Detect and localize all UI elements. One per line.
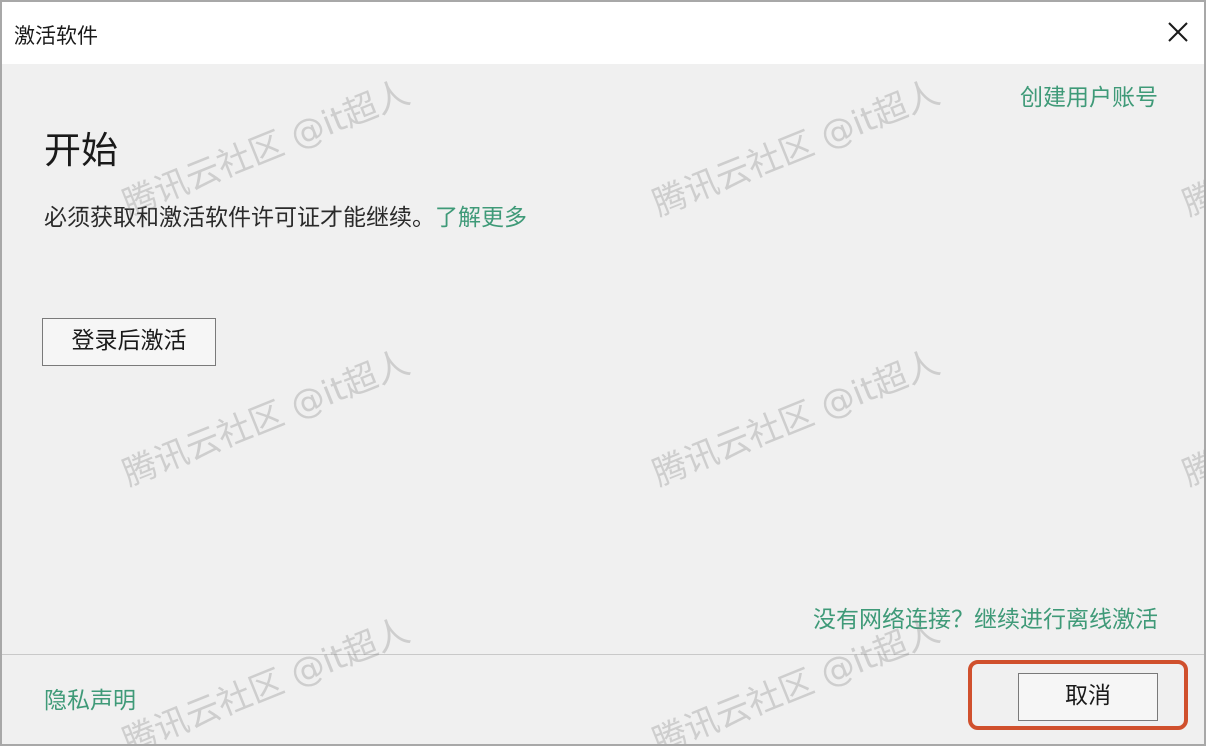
window-title: 激活软件 [14,24,98,48]
cancel-button[interactable]: 取消 [1018,673,1158,721]
close-button[interactable] [1160,14,1196,50]
description-text: 必须获取和激活软件许可证才能继续。 [44,205,435,231]
activation-dialog: 激活软件 创建用户账号 开始 必须获取和激活软件许可证才能继续。了解更多 登录后… [0,0,1206,746]
login-activate-button[interactable]: 登录后激活 [42,318,216,366]
offline-activation-link[interactable]: 没有网络连接？继续进行离线激活 [813,600,1158,634]
learn-more-link[interactable]: 了解更多 [435,205,527,231]
watermark: 腾讯云社区 @it超人 [646,342,946,495]
watermark: 腾讯云社区 @it超人 [1176,73,1206,225]
privacy-statement-link[interactable]: 隐私声明 [44,681,136,715]
watermark: 腾讯云社区 @it超人 [646,72,946,225]
description: 必须获取和激活软件许可证才能继续。了解更多 [44,198,527,232]
watermark: 腾讯云社区 @it超人 [1176,343,1206,495]
footer-divider [2,654,1204,655]
create-account-link[interactable]: 创建用户账号 [1020,78,1158,112]
page-title: 开始 [44,129,118,172]
watermark: 腾讯云社区 @it超人 [116,610,416,746]
title-bar: 激活软件 [2,2,1204,64]
close-icon [1168,22,1188,42]
